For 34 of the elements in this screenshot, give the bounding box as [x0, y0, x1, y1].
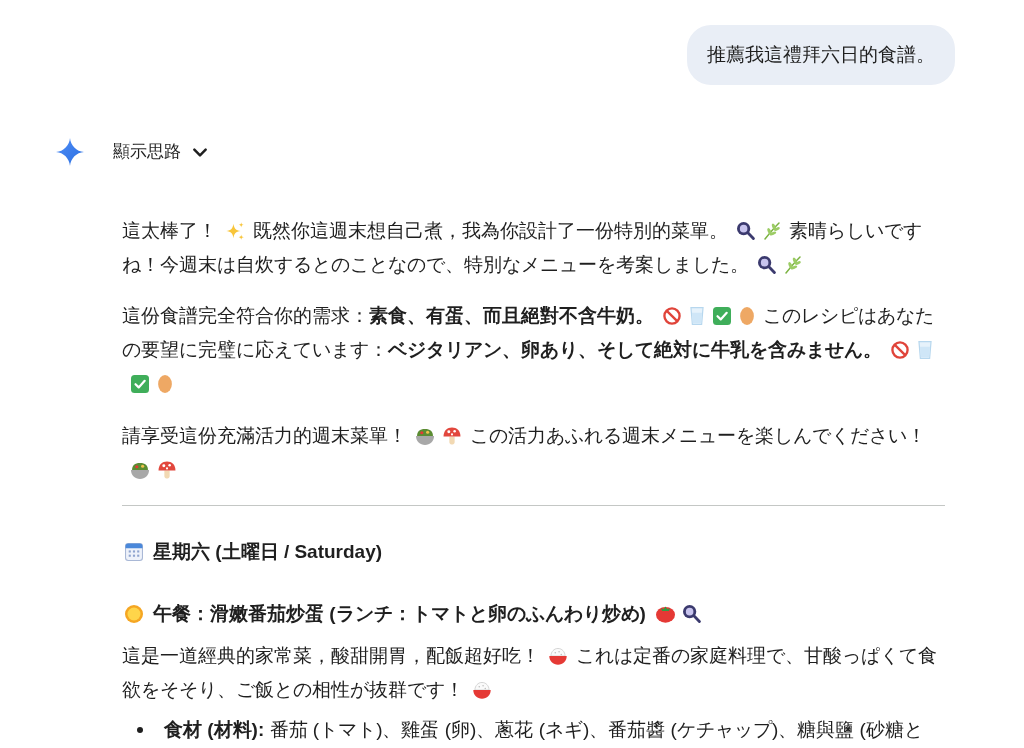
show-thinking-button[interactable]: 顯示思路	[113, 140, 207, 164]
user-message: 推薦我這禮拜六日的食譜。	[687, 25, 955, 85]
response-text: 這太棒了！ 既然你這週末想自己煮，我為你設計了一份特別的菜單。 素晴らしいですね！今週末は自炊するとのことなので、特別なメニューを考案しました。	[122, 219, 923, 277]
bullet-icon	[137, 727, 143, 733]
check-box-icon	[713, 307, 731, 325]
calendar-icon	[125, 543, 143, 561]
sparkles-icon	[226, 222, 244, 240]
mushroom-icon	[158, 461, 176, 479]
response-text: 這是一道經典的家常菜，酸甜開胃，配飯超好吃！ これは定番の家庭料理で、甘酸っぱくて食欲をそそり、ご飯との相性が抜群です！	[122, 644, 938, 702]
tomato-icon	[655, 606, 675, 623]
mushroom-icon	[443, 427, 461, 445]
glass-icon	[690, 307, 704, 325]
magnifier-icon	[682, 605, 701, 623]
salad-bowl-icon	[416, 429, 434, 445]
herb-icon	[785, 256, 801, 274]
sparkle-icon	[56, 138, 84, 166]
rice-bowl-icon	[473, 682, 491, 699]
prohibited-icon	[891, 341, 909, 359]
response-text: 這份食譜完全符合你的需求：素食、有蛋、而且絕對不含牛奶。 このレシピはあなたの要望に完璧に応えています：ベジタリアン、卵あり、そして絶対に牛乳を含みません。	[122, 299, 945, 401]
magnifier-icon	[758, 256, 776, 274]
ingredients-text: 食材 (材料): 番茄 (トマト)、雞蛋 (卵)、蔥花 (ネギ)、番茄醬 (ケチャップ)、糖與鹽 (砂糖と	[164, 718, 923, 742]
response-text: 請享受這份充滿活力的週末菜單！ この活力あふれる週末メニューを楽しんでください！	[122, 419, 945, 487]
rice-bowl-icon	[549, 648, 567, 665]
prohibited-icon	[663, 307, 681, 325]
sun-icon	[125, 605, 143, 623]
day-heading: 星期六 (土曜日 / Saturday)	[153, 541, 383, 562]
egg-icon	[158, 375, 172, 393]
egg-icon	[740, 307, 754, 325]
magnifier-icon	[737, 222, 755, 240]
meal-heading: 午餐：滑嫩番茄炒蛋 (ランチ：トマトと卵のふんわり炒め)	[153, 603, 646, 624]
glass-icon	[918, 341, 932, 359]
salad-bowl-icon	[131, 463, 149, 479]
herb-icon	[764, 222, 780, 240]
check-box-icon	[131, 375, 149, 393]
